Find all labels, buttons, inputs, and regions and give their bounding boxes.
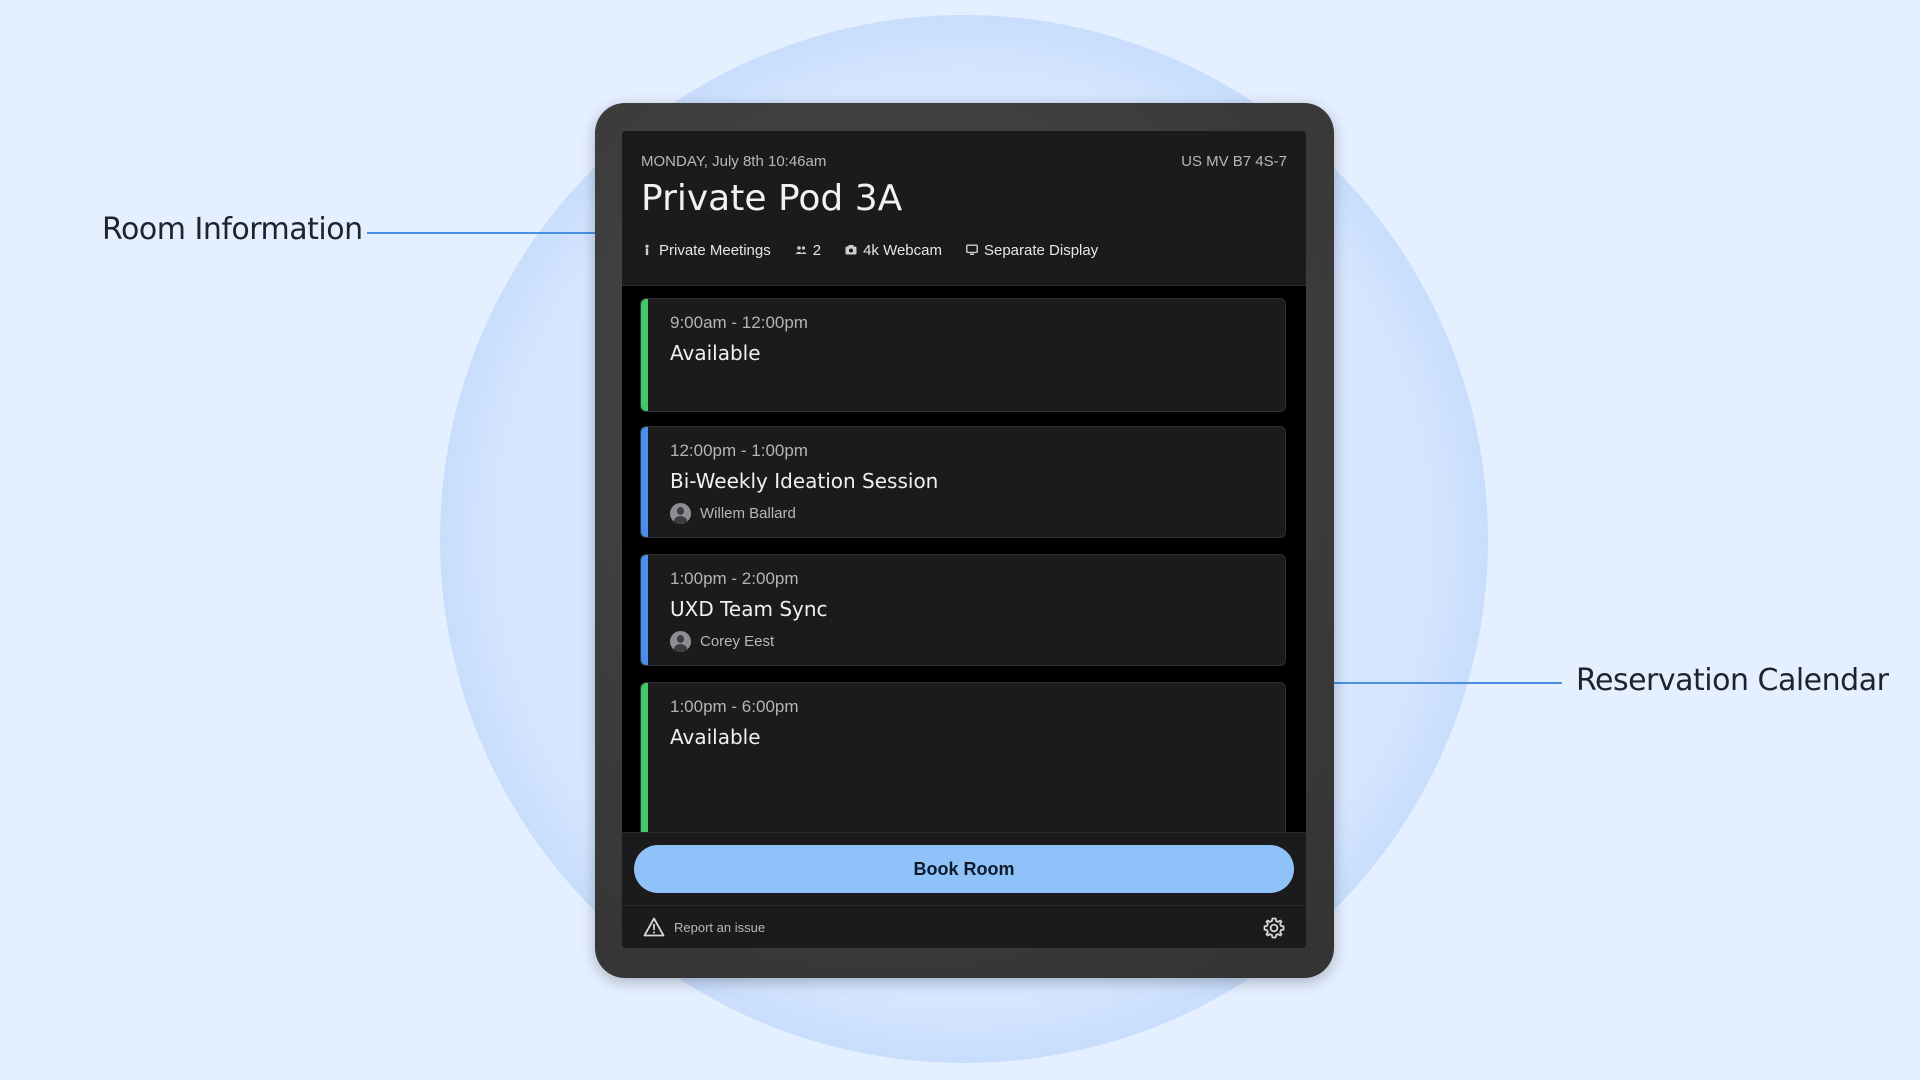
slot-status-bar xyxy=(641,299,648,411)
slot-time: 9:00am - 12:00pm xyxy=(670,313,808,332)
room-information-annotation: Room Information xyxy=(102,212,363,247)
person-icon xyxy=(645,244,649,256)
host-name: Corey Eest xyxy=(700,633,775,650)
tablet-screen: MONDAY, July 8th 10:46am US MV B7 4S-7 P… xyxy=(622,131,1306,948)
action-footer: Book Room Report an issue xyxy=(622,832,1306,948)
slot-host: Corey Eest xyxy=(670,631,774,652)
slot-time: 12:00pm - 1:00pm xyxy=(670,441,808,460)
time-slot-available[interactable]: 9:00am - 12:00pm Available xyxy=(640,298,1286,412)
room-header: MONDAY, July 8th 10:46am US MV B7 4S-7 P… xyxy=(622,131,1306,286)
gear-icon[interactable] xyxy=(1262,916,1286,940)
slot-status-bar xyxy=(641,555,648,665)
time-slot-available[interactable]: 1:00pm - 6:00pm Available xyxy=(640,682,1286,832)
room-id: US MV B7 4S-7 xyxy=(1181,153,1287,170)
tablet-device: MONDAY, July 8th 10:46am US MV B7 4S-7 P… xyxy=(595,103,1334,978)
people-icon xyxy=(795,246,807,254)
time-slot-booked[interactable]: 1:00pm - 2:00pm UXD Team Sync Corey Eest xyxy=(640,554,1286,666)
slot-status-bar xyxy=(641,427,648,537)
slot-title: Bi-Weekly Ideation Session xyxy=(670,469,939,493)
feature-label: Separate Display xyxy=(983,241,1099,259)
feature-capacity: 2 xyxy=(795,242,821,259)
slot-status-bar xyxy=(641,683,648,832)
warning-icon xyxy=(643,917,665,937)
slot-time: 1:00pm - 6:00pm xyxy=(670,697,799,716)
report-issue-label: Report an issue xyxy=(674,919,766,935)
footer-divider xyxy=(622,905,1306,906)
slot-host: Willem Ballard xyxy=(670,503,796,524)
feature-label: 4k Webcam xyxy=(863,241,942,259)
avatar xyxy=(670,631,691,652)
room-information-connector xyxy=(367,232,622,234)
slot-time: 1:00pm - 2:00pm xyxy=(670,569,799,588)
room-features: Private Meetings 2 4k Webcam Separate Di… xyxy=(641,239,1098,261)
feature-label: Private Meetings xyxy=(659,241,771,259)
time-slot-booked[interactable]: 12:00pm - 1:00pm Bi-Weekly Ideation Sess… xyxy=(640,426,1286,538)
feature-display: Separate Display xyxy=(966,242,1098,259)
feature-private-meetings: Private Meetings xyxy=(641,242,771,259)
slot-title: Available xyxy=(670,341,761,365)
camera-icon xyxy=(845,245,857,255)
feature-label: 2 xyxy=(812,241,822,259)
report-issue-link[interactable]: Report an issue xyxy=(643,917,765,937)
avatar xyxy=(670,503,691,524)
slot-title: UXD Team Sync xyxy=(670,597,828,621)
reservation-calendar[interactable]: 9:00am - 12:00pm Available 12:00pm - 1:0… xyxy=(622,286,1306,832)
feature-webcam: 4k Webcam xyxy=(845,242,942,259)
current-date-time: MONDAY, July 8th 10:46am xyxy=(641,153,827,170)
monitor-icon xyxy=(966,244,978,255)
book-room-button[interactable]: Book Room xyxy=(634,845,1294,893)
reservation-calendar-connector xyxy=(1307,682,1562,684)
reservation-calendar-annotation: Reservation Calendar xyxy=(1576,663,1889,698)
host-name: Willem Ballard xyxy=(700,505,796,522)
slot-title: Available xyxy=(670,725,761,749)
room-title: Private Pod 3A xyxy=(641,178,903,219)
